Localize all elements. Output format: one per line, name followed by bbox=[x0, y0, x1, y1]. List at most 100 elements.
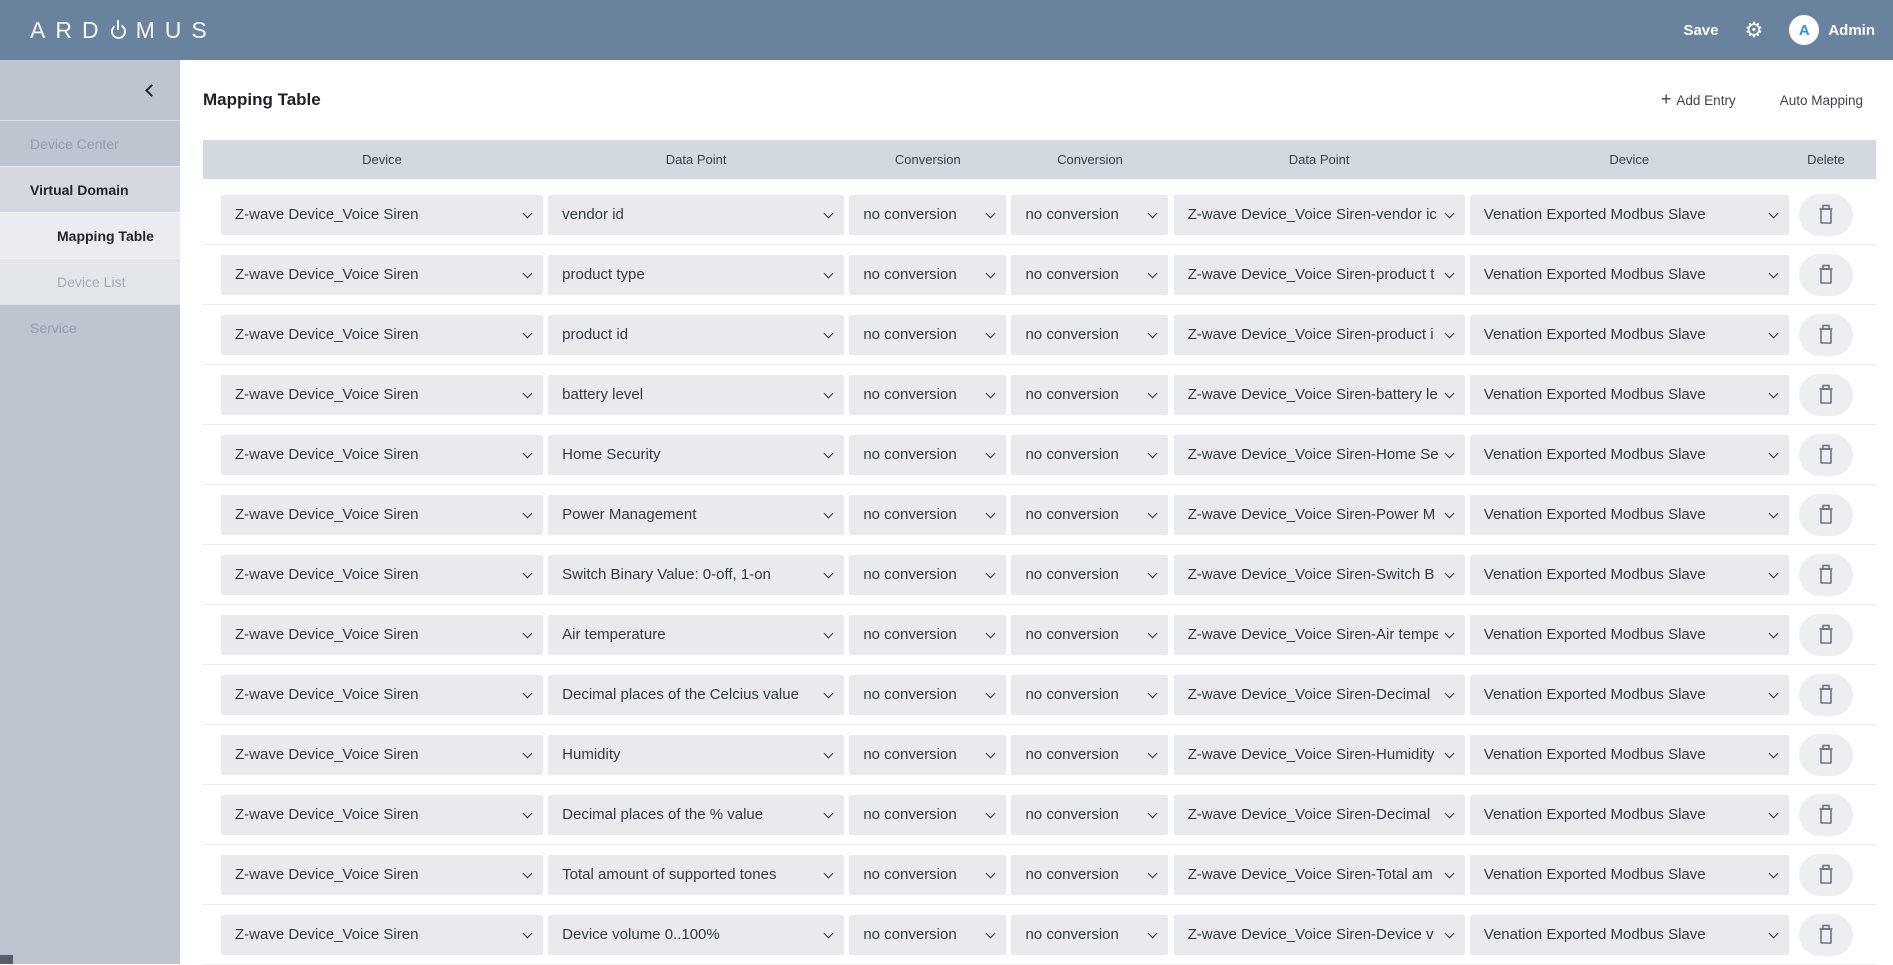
conversion-select[interactable]: no conversion bbox=[849, 734, 1007, 775]
delete-row-button[interactable] bbox=[1798, 733, 1853, 776]
target-device-select[interactable]: Venation Exported Modbus Slave bbox=[1469, 554, 1789, 595]
source-device-select[interactable]: Z-wave Device_Voice Siren bbox=[221, 794, 543, 835]
conversion-select[interactable]: no conversion bbox=[1011, 794, 1169, 835]
source-data-point-select[interactable]: product id bbox=[548, 314, 845, 355]
conversion-select[interactable]: no conversion bbox=[849, 434, 1007, 475]
target-device-select[interactable]: Venation Exported Modbus Slave bbox=[1469, 914, 1789, 955]
target-device-select[interactable]: Venation Exported Modbus Slave bbox=[1469, 614, 1789, 655]
sidebar-collapse-icon[interactable] bbox=[145, 83, 158, 97]
delete-row-button[interactable] bbox=[1798, 913, 1853, 956]
conversion-select[interactable]: no conversion bbox=[849, 374, 1007, 415]
source-device-select[interactable]: Z-wave Device_Voice Siren bbox=[221, 254, 543, 295]
source-data-point-select[interactable]: battery level bbox=[548, 374, 845, 415]
target-data-point-select[interactable]: Z-wave Device_Voice Siren-Total am bbox=[1173, 854, 1465, 895]
conversion-select[interactable]: no conversion bbox=[1011, 254, 1169, 295]
target-data-point-select[interactable]: Z-wave Device_Voice Siren-Humidity bbox=[1173, 734, 1465, 775]
target-data-point-select[interactable]: Z-wave Device_Voice Siren-Power M bbox=[1173, 494, 1465, 535]
target-device-select[interactable]: Venation Exported Modbus Slave bbox=[1469, 254, 1789, 295]
delete-row-button[interactable] bbox=[1798, 193, 1853, 236]
target-data-point-select[interactable]: Z-wave Device_Voice Siren-product t bbox=[1173, 254, 1465, 295]
target-data-point-select[interactable]: Z-wave Device_Voice Siren-battery le bbox=[1173, 374, 1465, 415]
source-data-point-select[interactable]: Device volume 0..100% bbox=[548, 914, 845, 955]
source-device-select[interactable]: Z-wave Device_Voice Siren bbox=[221, 854, 543, 895]
conversion-select[interactable]: no conversion bbox=[849, 854, 1007, 895]
sidebar-item-virtual-domain[interactable]: Virtual Domain bbox=[0, 166, 180, 212]
delete-row-button[interactable] bbox=[1798, 313, 1853, 356]
delete-row-button[interactable] bbox=[1798, 853, 1853, 896]
save-button[interactable]: Save bbox=[1683, 22, 1718, 39]
target-device-select[interactable]: Venation Exported Modbus Slave bbox=[1469, 434, 1789, 475]
sidebar-item-device-center[interactable]: Device Center bbox=[0, 120, 180, 166]
target-device-select[interactable]: Venation Exported Modbus Slave bbox=[1469, 314, 1789, 355]
conversion-select[interactable]: no conversion bbox=[849, 794, 1007, 835]
conversion-select[interactable]: no conversion bbox=[849, 254, 1007, 295]
source-data-point-select[interactable]: Home Security bbox=[548, 434, 845, 475]
conversion-select[interactable]: no conversion bbox=[1011, 734, 1169, 775]
source-data-point-select[interactable]: Total amount of supported tones bbox=[548, 854, 845, 895]
conversion-select[interactable]: no conversion bbox=[1011, 374, 1169, 415]
user-menu[interactable]: A Admin bbox=[1789, 15, 1875, 45]
target-data-point-select[interactable]: Z-wave Device_Voice Siren-Switch B bbox=[1173, 554, 1465, 595]
delete-row-button[interactable] bbox=[1798, 253, 1853, 296]
source-device-select[interactable]: Z-wave Device_Voice Siren bbox=[221, 734, 543, 775]
target-data-point-select[interactable]: Z-wave Device_Voice Siren-Air tempe bbox=[1173, 614, 1465, 655]
target-device-select[interactable]: Venation Exported Modbus Slave bbox=[1469, 494, 1789, 535]
sidebar-item-mapping-table[interactable]: Mapping Table bbox=[0, 212, 180, 258]
conversion-select[interactable]: no conversion bbox=[849, 194, 1007, 235]
source-data-point-select[interactable]: Power Management bbox=[548, 494, 845, 535]
add-entry-button[interactable]: + Add Entry bbox=[1661, 90, 1736, 109]
source-device-select[interactable]: Z-wave Device_Voice Siren bbox=[221, 374, 543, 415]
source-device-select[interactable]: Z-wave Device_Voice Siren bbox=[221, 914, 543, 955]
source-data-point-select[interactable]: vendor id bbox=[548, 194, 845, 235]
conversion-select[interactable]: no conversion bbox=[1011, 854, 1169, 895]
source-device-select[interactable]: Z-wave Device_Voice Siren bbox=[221, 554, 543, 595]
target-data-point-select[interactable]: Z-wave Device_Voice Siren-Device v bbox=[1173, 914, 1465, 955]
source-device-select[interactable]: Z-wave Device_Voice Siren bbox=[221, 674, 543, 715]
conversion-select[interactable]: no conversion bbox=[1011, 674, 1169, 715]
target-device-select[interactable]: Venation Exported Modbus Slave bbox=[1469, 374, 1789, 415]
source-data-point-select[interactable]: Humidity bbox=[548, 734, 845, 775]
conversion-select[interactable]: no conversion bbox=[1011, 554, 1169, 595]
target-data-point-select[interactable]: Z-wave Device_Voice Siren-product i bbox=[1173, 314, 1465, 355]
conversion-select[interactable]: no conversion bbox=[849, 314, 1007, 355]
source-data-point-select[interactable]: Decimal places of the Celcius value bbox=[548, 674, 845, 715]
conversion-select[interactable]: no conversion bbox=[1011, 914, 1169, 955]
delete-row-button[interactable] bbox=[1798, 673, 1853, 716]
target-device-select[interactable]: Venation Exported Modbus Slave bbox=[1469, 794, 1789, 835]
conversion-select[interactable]: no conversion bbox=[849, 674, 1007, 715]
source-data-point-select[interactable]: Air temperature bbox=[548, 614, 845, 655]
target-data-point-select[interactable]: Z-wave Device_Voice Siren-vendor ic bbox=[1173, 194, 1465, 235]
target-data-point-select[interactable]: Z-wave Device_Voice Siren-Decimal bbox=[1173, 794, 1465, 835]
source-device-select[interactable]: Z-wave Device_Voice Siren bbox=[221, 614, 543, 655]
source-data-point-select[interactable]: Decimal places of the % value bbox=[548, 794, 845, 835]
conversion-select[interactable]: no conversion bbox=[849, 554, 1007, 595]
target-device-select[interactable]: Venation Exported Modbus Slave bbox=[1469, 734, 1789, 775]
delete-row-button[interactable] bbox=[1798, 553, 1853, 596]
delete-row-button[interactable] bbox=[1798, 493, 1853, 536]
source-device-select[interactable]: Z-wave Device_Voice Siren bbox=[221, 314, 543, 355]
gear-icon[interactable]: ⚙ bbox=[1745, 20, 1764, 41]
conversion-select[interactable]: no conversion bbox=[1011, 434, 1169, 475]
conversion-select[interactable]: no conversion bbox=[1011, 614, 1169, 655]
source-data-point-select[interactable]: Switch Binary Value: 0-off, 1-on bbox=[548, 554, 845, 595]
source-device-select[interactable]: Z-wave Device_Voice Siren bbox=[221, 494, 543, 535]
conversion-select[interactable]: no conversion bbox=[1011, 314, 1169, 355]
source-device-select[interactable]: Z-wave Device_Voice Siren bbox=[221, 434, 543, 475]
conversion-select[interactable]: no conversion bbox=[849, 914, 1007, 955]
conversion-select[interactable]: no conversion bbox=[849, 614, 1007, 655]
target-device-select[interactable]: Venation Exported Modbus Slave bbox=[1469, 674, 1789, 715]
sidebar-item-service[interactable]: Service bbox=[0, 304, 180, 350]
delete-row-button[interactable] bbox=[1798, 373, 1853, 416]
source-device-select[interactable]: Z-wave Device_Voice Siren bbox=[221, 194, 543, 235]
target-device-select[interactable]: Venation Exported Modbus Slave bbox=[1469, 854, 1789, 895]
target-device-select[interactable]: Venation Exported Modbus Slave bbox=[1469, 194, 1789, 235]
target-data-point-select[interactable]: Z-wave Device_Voice Siren-Decimal bbox=[1173, 674, 1465, 715]
auto-mapping-button[interactable]: Auto Mapping bbox=[1780, 93, 1863, 108]
delete-row-button[interactable] bbox=[1798, 433, 1853, 476]
conversion-select[interactable]: no conversion bbox=[1011, 494, 1169, 535]
delete-row-button[interactable] bbox=[1798, 793, 1853, 836]
source-data-point-select[interactable]: product type bbox=[548, 254, 845, 295]
delete-row-button[interactable] bbox=[1798, 613, 1853, 656]
conversion-select[interactable]: no conversion bbox=[849, 494, 1007, 535]
sidebar-item-device-list[interactable]: Device List bbox=[0, 258, 180, 304]
